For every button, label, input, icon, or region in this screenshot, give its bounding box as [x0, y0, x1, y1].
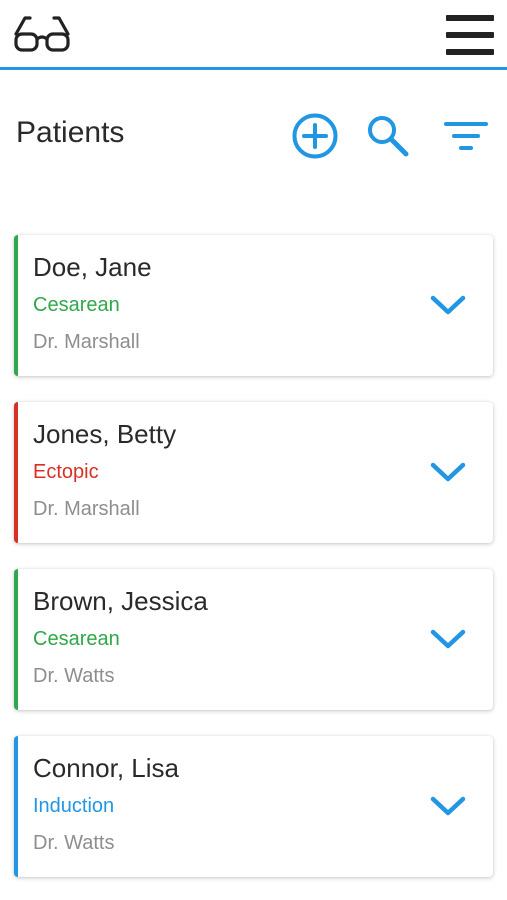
patient-card[interactable]: Jones, Betty Ectopic Dr. Marshall	[14, 402, 493, 543]
patient-card[interactable]: Connor, Lisa Induction Dr. Watts	[14, 736, 493, 877]
patient-name: Brown, Jessica	[33, 586, 208, 616]
patient-doctor: Dr. Watts	[33, 665, 115, 687]
chevron-down-icon[interactable]	[428, 790, 468, 822]
app-root: Patients Doe, Jane Cesarean Dr. Marshall	[0, 0, 507, 900]
search-icon	[368, 116, 409, 157]
menu-line	[446, 32, 494, 38]
hamburger-menu-icon[interactable]	[446, 14, 494, 56]
chevron-down-icon[interactable]	[428, 456, 468, 488]
patient-procedure: Cesarean	[33, 294, 120, 316]
patient-procedure: Induction	[33, 795, 115, 817]
chevron-down-icon[interactable]	[428, 289, 468, 321]
filter-icon	[444, 122, 488, 150]
patient-card[interactable]: Doe, Jane Cesarean Dr. Marshall	[14, 235, 493, 376]
page-title: Patients	[16, 116, 125, 149]
menu-line	[446, 15, 494, 21]
patient-doctor: Dr. Watts	[33, 832, 115, 854]
add-circle-icon	[292, 113, 338, 159]
patient-procedure: Cesarean	[33, 628, 120, 650]
menu-line	[446, 49, 494, 55]
glasses-icon[interactable]	[12, 12, 72, 56]
chevron-down-icon[interactable]	[428, 623, 468, 655]
patient-procedure: Ectopic	[33, 461, 99, 483]
search-button[interactable]	[364, 112, 412, 160]
patient-doctor: Dr. Marshall	[33, 498, 140, 520]
patient-name: Doe, Jane	[33, 252, 152, 282]
patient-doctor: Dr. Marshall	[33, 331, 140, 353]
patient-list: Doe, Jane Cesarean Dr. Marshall Jones, B…	[14, 235, 494, 900]
add-patient-button[interactable]	[290, 111, 340, 161]
top-bar	[0, 0, 507, 70]
filter-button[interactable]	[440, 114, 490, 158]
patient-card[interactable]: Brown, Jessica Cesarean Dr. Watts	[14, 569, 493, 710]
patient-name: Jones, Betty	[33, 419, 177, 449]
patient-name: Connor, Lisa	[33, 753, 179, 783]
